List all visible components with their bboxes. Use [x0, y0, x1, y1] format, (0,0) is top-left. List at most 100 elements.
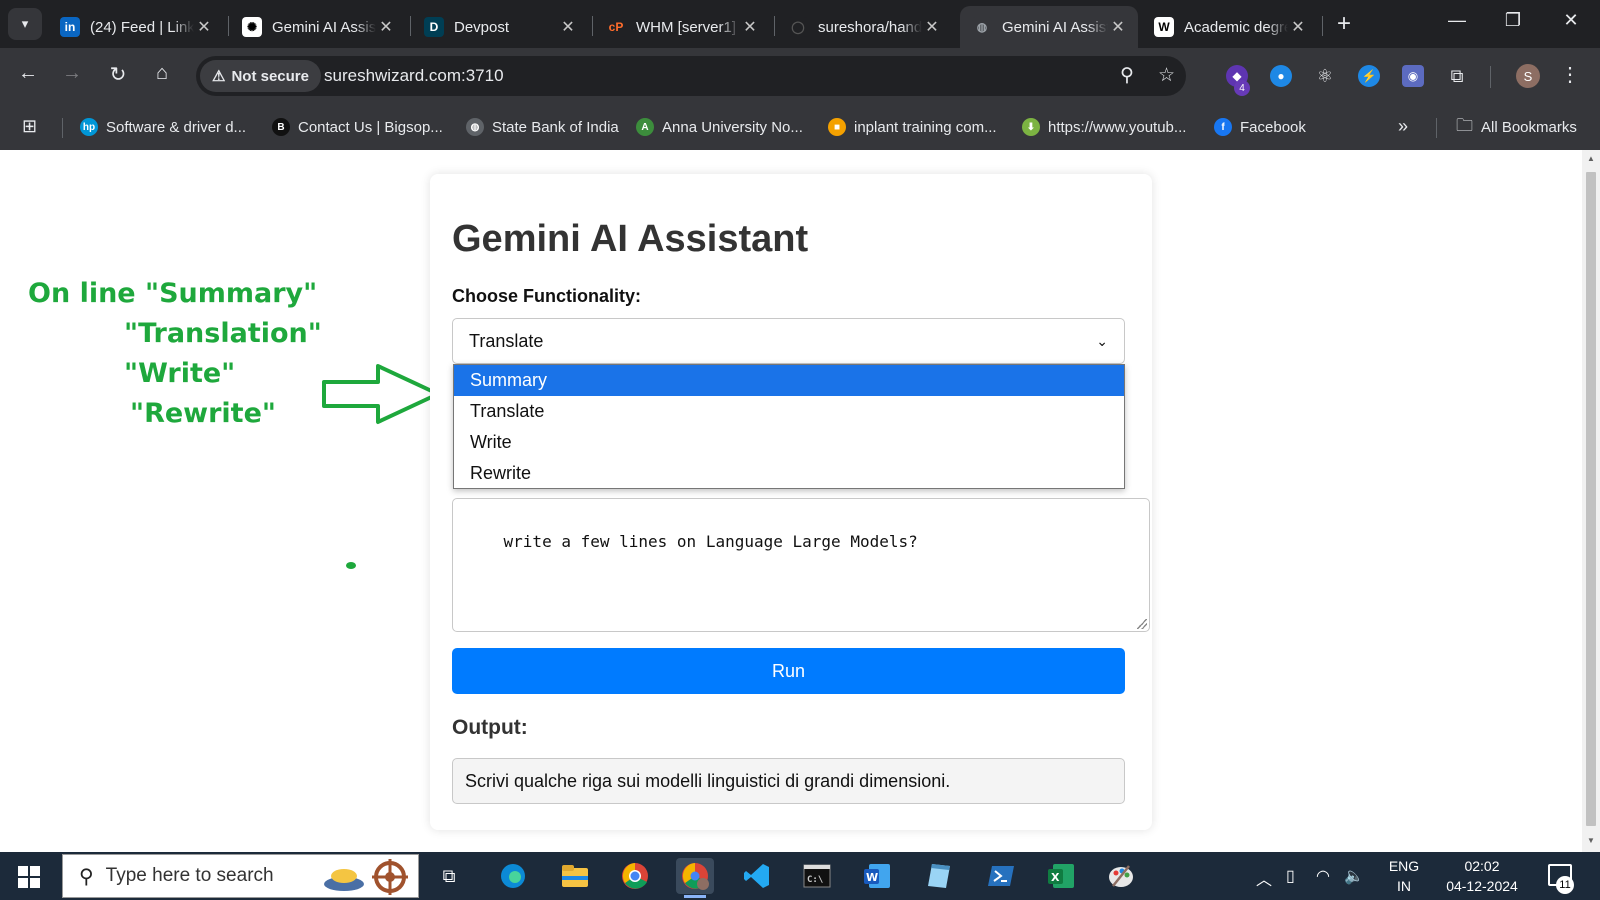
devpost-icon: D — [424, 17, 444, 37]
clock-time[interactable]: 02:02 — [1440, 858, 1524, 874]
extension-icon[interactable]: ⚡ — [1358, 65, 1380, 87]
excel-icon[interactable]: X — [1042, 858, 1080, 894]
tab-github[interactable]: ◯ sureshora/hands ✕ — [776, 6, 952, 48]
close-icon[interactable]: ✕ — [740, 17, 760, 37]
security-chip[interactable]: ⚠ Not secure — [200, 60, 321, 92]
edge-icon[interactable] — [494, 858, 532, 894]
vscode-icon[interactable] — [738, 858, 776, 894]
file-explorer-icon[interactable] — [556, 858, 594, 894]
word-icon[interactable]: W — [858, 858, 896, 894]
tab-title: Academic degrees — [1184, 18, 1288, 36]
linkedin-icon: in — [60, 17, 80, 37]
tab-whm[interactable]: cP WHM [server1] ✕ — [594, 6, 770, 48]
bookmark-label: Facebook — [1240, 118, 1306, 136]
chevron-right-icon[interactable]: » — [1398, 116, 1408, 137]
clock-date[interactable]: 04-12-2024 — [1440, 878, 1524, 894]
notepad-icon[interactable] — [920, 858, 958, 894]
wikipedia-icon: W — [1154, 17, 1174, 37]
language-top[interactable]: ENG — [1384, 858, 1424, 874]
tab-title: Gemini AI Assistant — [1002, 18, 1108, 36]
extension-icon[interactable]: ◉ — [1402, 65, 1424, 87]
battery-icon[interactable]: ▯ — [1286, 866, 1295, 886]
option-translate[interactable]: Translate — [454, 396, 1124, 427]
functionality-dropdown: Summary Translate Write Rewrite — [453, 364, 1125, 489]
bookmark-separator — [62, 118, 63, 138]
windows-start-icon[interactable] — [18, 866, 40, 888]
tab-gemini-1[interactable]: ✺ Gemini AI Assistant ✕ — [230, 6, 406, 48]
close-window-icon[interactable]: ✕ — [1556, 10, 1586, 31]
star-icon[interactable]: ☆ — [1158, 64, 1175, 87]
close-icon[interactable]: ✕ — [1108, 17, 1128, 37]
terminal-icon[interactable]: C:\ — [798, 858, 836, 894]
annotation-dot — [346, 562, 356, 569]
close-icon[interactable]: ✕ — [558, 17, 578, 37]
resize-handle-icon[interactable] — [1137, 619, 1147, 629]
react-devtools-icon[interactable]: ⚛ — [1314, 65, 1336, 87]
taskbar-search-input[interactable]: ⚲ Type here to search — [62, 854, 419, 898]
bookmark-item[interactable]: ■ inplant training com... — [828, 116, 997, 138]
bookmark-label: Contact Us | Bigsop... — [298, 118, 443, 136]
home-icon[interactable]: ⌂ — [148, 62, 176, 85]
tab-gemini-active[interactable]: ◍ Gemini AI Assistant ✕ — [960, 6, 1138, 48]
bookmark-label: https://www.youtub... — [1048, 118, 1187, 136]
annotation-line: "Write" — [124, 358, 236, 389]
bookmark-label: State Bank of India — [492, 118, 619, 136]
prompt-textarea[interactable]: write a few lines on Language Large Mode… — [452, 498, 1150, 632]
new-tab-button[interactable]: + — [1330, 10, 1358, 38]
close-icon[interactable]: ✕ — [194, 17, 214, 37]
restore-icon[interactable]: ❐ — [1498, 10, 1528, 31]
close-icon[interactable]: ✕ — [376, 17, 396, 37]
reload-icon[interactable]: ↻ — [104, 62, 132, 87]
tab-devpost[interactable]: D Devpost ✕ — [412, 6, 588, 48]
functionality-select[interactable]: Translate ⌄ — [452, 318, 1125, 364]
bookmark-item[interactable]: hp Software & driver d... — [80, 116, 246, 138]
close-icon[interactable]: ✕ — [1288, 17, 1308, 37]
chrome-profile-icon[interactable] — [676, 858, 714, 898]
forward-arrow-icon[interactable]: → — [58, 62, 86, 85]
tab-title: WHM [server1] — [636, 18, 737, 36]
bookmark-item[interactable]: B Contact Us | Bigsop... — [272, 116, 443, 138]
apps-grid-icon[interactable]: ⊞ — [22, 116, 37, 137]
tab-separator — [1322, 16, 1323, 36]
run-button[interactable]: Run — [452, 648, 1125, 694]
scroll-thumb[interactable] — [1586, 172, 1596, 826]
scroll-up-icon[interactable]: ▲ — [1586, 154, 1596, 163]
wifi-icon[interactable]: ◠ — [1316, 866, 1330, 886]
close-icon[interactable]: ✕ — [922, 17, 942, 37]
scroll-down-icon[interactable]: ▼ — [1586, 836, 1596, 845]
facebook-icon: f — [1214, 118, 1232, 136]
bookmark-item[interactable]: ◍ State Bank of India — [466, 116, 619, 138]
tab-title: Devpost — [454, 18, 510, 36]
cpanel-icon: cP — [606, 17, 626, 37]
back-arrow-icon[interactable]: ← — [14, 62, 42, 85]
extension-icon[interactable]: ● — [1270, 65, 1292, 87]
chevron-up-icon[interactable]: ︿ — [1256, 866, 1272, 890]
powershell-icon[interactable] — [982, 858, 1020, 894]
bookmark-item[interactable]: A Anna University No... — [636, 116, 803, 138]
task-view-icon[interactable]: ⧉ — [430, 858, 468, 894]
more-menu-icon[interactable]: ⋮ — [1560, 62, 1580, 87]
language-bottom[interactable]: IN — [1384, 878, 1424, 894]
option-rewrite[interactable]: Rewrite — [454, 458, 1124, 489]
address-bar[interactable]: ⚠ Not secure sureshwizard.com:3710 ⚲ ☆ — [196, 56, 1186, 96]
zoom-icon[interactable]: ⚲ — [1120, 64, 1134, 87]
minimize-icon[interactable]: — — [1442, 10, 1472, 31]
tab-wikipedia[interactable]: W Academic degrees ✕ — [1142, 6, 1318, 48]
volume-icon[interactable]: 🔈 — [1344, 866, 1364, 886]
url-text[interactable]: sureshwizard.com:3710 — [324, 66, 504, 86]
bookmark-item[interactable]: ⬇ https://www.youtub... — [1022, 116, 1186, 138]
tab-linkedin[interactable]: in (24) Feed | LinkedIn ✕ — [48, 6, 224, 48]
bookmark-label: Software & driver d... — [106, 118, 247, 136]
option-summary[interactable]: Summary — [454, 365, 1124, 396]
page-title: Gemini AI Assistant — [452, 218, 809, 260]
paint-icon[interactable] — [1102, 858, 1140, 894]
page-scrollbar[interactable]: ▲ ▼ — [1582, 150, 1600, 852]
puzzle-icon[interactable]: ⧉ — [1446, 65, 1468, 87]
chrome-icon[interactable] — [616, 858, 654, 894]
openai-icon: ✺ — [242, 17, 262, 37]
bookmark-item[interactable]: f Facebook — [1214, 116, 1306, 138]
all-bookmarks[interactable]: 🗀 All Bookmarks — [1456, 116, 1577, 138]
avatar[interactable]: S — [1516, 64, 1540, 88]
tab-search-button[interactable]: ▾ — [8, 8, 42, 40]
option-write[interactable]: Write — [454, 427, 1124, 458]
